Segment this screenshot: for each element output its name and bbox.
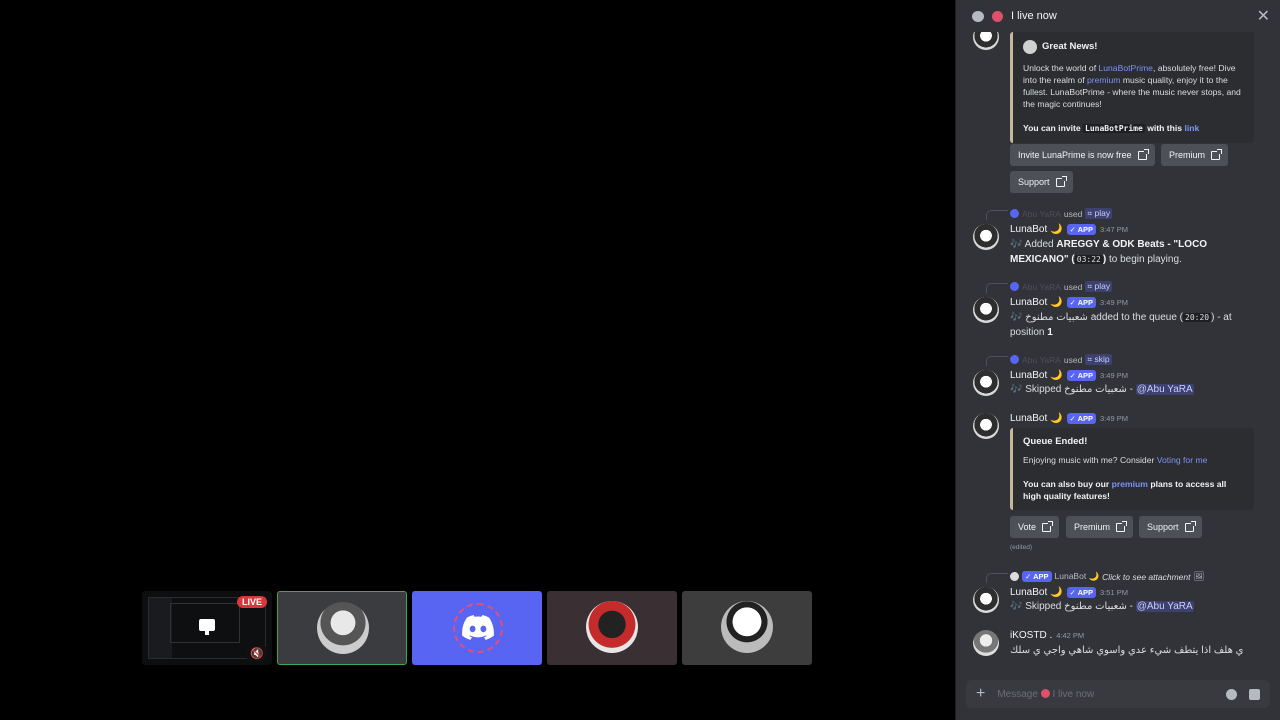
screen-share-tile[interactable]: LIVE 🔇 — [142, 591, 272, 665]
participant-tile[interactable] — [412, 591, 542, 665]
message-header: LunaBot 🌙 ✓ APP 3:47 PM — [1010, 224, 1128, 235]
app-badge: ✓ APP — [1066, 297, 1097, 308]
chat-bubble-icon — [972, 10, 984, 22]
link-lunabotprime[interactable]: LunaBotPrime — [1098, 63, 1152, 73]
embed-queue-ended: Queue Ended! Enjoying music with me? Con… — [1010, 428, 1254, 510]
premium-button[interactable]: Premium — [1161, 144, 1229, 166]
author-name[interactable]: LunaBot 🌙 — [1010, 413, 1063, 424]
author-name[interactable]: LunaBot 🌙 — [1010, 370, 1063, 381]
bot-avatar-icon — [1010, 572, 1019, 581]
emoji-picker-icon[interactable] — [1226, 688, 1237, 700]
app-badge: ✓ APP — [1066, 413, 1097, 424]
close-icon[interactable]: ✕ — [1257, 6, 1270, 26]
command-reply[interactable]: Abu YaRA used ⌗ skip — [1010, 354, 1112, 365]
author-name[interactable]: LunaBot 🌙 — [1010, 587, 1063, 598]
premium-link[interactable]: premium — [1112, 479, 1148, 489]
timestamp: 3:49 PM — [1100, 371, 1128, 380]
premium-button[interactable]: Premium — [1066, 516, 1134, 538]
chat-panel: I live now ✕ Great News! Unlock the worl… — [955, 0, 1280, 720]
avatar[interactable] — [973, 297, 999, 323]
discord-icon — [1010, 282, 1019, 291]
message-header: LunaBot 🌙 ✓ APP 3:49 PM — [1010, 370, 1128, 381]
external-link-icon — [1184, 520, 1196, 532]
message-header: LunaBot 🌙 ✓ APP 3:49 PM — [1010, 297, 1128, 308]
embed-invite: You can invite LunaBotPrime with this li… — [1023, 123, 1200, 133]
message-body: 🎶 Added AREGGY & ODK Beats - "LOCO MEXIC… — [1010, 239, 1208, 265]
participant-avatar — [721, 601, 773, 653]
discord-icon — [1010, 209, 1019, 218]
avatar — [973, 32, 999, 50]
avatar[interactable] — [973, 370, 999, 396]
vote-button[interactable]: Vote — [1010, 516, 1060, 538]
mute-icon[interactable]: 🔇 — [247, 646, 267, 661]
invite-button[interactable]: Invite LunaPrime is now free — [1010, 144, 1155, 166]
reply-preview[interactable]: ✓ APP LunaBot 🌙 Click to see attachment 🖼 — [1010, 571, 1204, 582]
avatar[interactable] — [973, 224, 999, 250]
external-link-icon — [1211, 148, 1223, 160]
bot-icon — [1023, 40, 1037, 54]
external-link-icon — [1137, 148, 1149, 160]
message-body: 🎶 Skipped شعبيات مطنوخ - @Abu YaRA — [1010, 601, 1194, 612]
avatar[interactable] — [973, 413, 999, 439]
app-badge: ✓ APP — [1066, 587, 1097, 598]
command-reply[interactable]: Abu YaRA used ⌗ play — [1010, 281, 1113, 292]
channel-emoji-icon — [992, 10, 1003, 22]
user-mention[interactable]: @Abu YaRA — [1135, 601, 1194, 612]
channel-title: I live now — [1011, 10, 1057, 22]
avatar[interactable] — [973, 587, 999, 613]
edited-label: (edited) — [1010, 544, 1033, 551]
participant-tile[interactable] — [547, 591, 677, 665]
external-link-icon — [1042, 520, 1054, 532]
app-badge: ✓ APP — [1066, 370, 1097, 381]
invite-link[interactable]: link — [1184, 123, 1199, 133]
discord-icon — [1010, 355, 1019, 364]
external-link-icon — [1055, 175, 1067, 187]
timestamp: 3:49 PM — [1100, 414, 1128, 423]
message-list[interactable]: Great News! Unlock the world of LunaBotP… — [956, 32, 1280, 672]
message-input[interactable]: Message I live now — [997, 689, 1214, 700]
stream-stage: LIVE 🔇 — [0, 0, 955, 720]
embed-title: Great News! — [1042, 41, 1098, 52]
timestamp: 4:42 PM — [1056, 631, 1085, 640]
participant-tile[interactable] — [682, 591, 812, 665]
user-mention[interactable]: @Abu YaRA — [1135, 384, 1194, 395]
link-premium[interactable]: premium — [1087, 75, 1120, 85]
message-body: 🎶 شعبيات مطنوخ added to the queue (20:20… — [1010, 312, 1232, 338]
apps-icon[interactable] — [1249, 688, 1260, 700]
voting-link[interactable]: Voting for me — [1157, 455, 1208, 465]
participant-avatar — [317, 602, 369, 654]
author-name[interactable]: LunaBot 🌙 — [1010, 297, 1063, 308]
monitor-icon — [199, 619, 215, 635]
message-body: 🎶 Skipped شعبيات مطنوخ - @Abu YaRA — [1010, 384, 1194, 395]
author-name[interactable]: LunaBot 🌙 — [1010, 224, 1063, 235]
author-name[interactable]: iKOSTD . — [1010, 630, 1052, 641]
chat-header: I live now ✕ — [956, 0, 1280, 32]
avatar[interactable] — [973, 630, 999, 656]
support-button[interactable]: Support — [1010, 171, 1073, 193]
live-badge: LIVE — [236, 596, 267, 608]
support-button[interactable]: Support — [1139, 516, 1202, 538]
participant-tiles: LIVE 🔇 — [142, 591, 812, 665]
participant-avatar — [586, 601, 638, 653]
add-attachment-icon[interactable]: + — [976, 685, 985, 703]
embed-great-news: Great News! Unlock the world of LunaBotP… — [1010, 32, 1254, 143]
channel-emoji-icon — [1040, 689, 1050, 699]
embed-text: Unlock the world of LunaBotPrime, absolu… — [1023, 63, 1241, 109]
message-header: LunaBot 🌙 ✓ APP 3:49 PM — [1010, 413, 1128, 424]
timestamp: 3:49 PM — [1100, 298, 1128, 307]
timestamp: 3:51 PM — [1100, 588, 1128, 597]
app-badge: ✓ APP — [1066, 224, 1097, 235]
discord-logo-icon — [453, 603, 503, 653]
timestamp: 3:47 PM — [1100, 225, 1128, 234]
command-reply[interactable]: Abu YaRA used ⌗ play — [1010, 208, 1113, 219]
message-composer[interactable]: + Message I live now — [966, 680, 1270, 708]
message-header: LunaBot 🌙 ✓ APP 3:51 PM — [1010, 587, 1128, 598]
message-header: iKOSTD . 4:42 PM — [1010, 630, 1084, 641]
participant-tile[interactable] — [277, 591, 407, 665]
embed-title: Queue Ended! — [1023, 436, 1088, 447]
image-icon: 🖼 — [1193, 571, 1205, 581]
message-body: ي هلف اذا يتطف شيء عدي واسوي شاهي واجي ي… — [1010, 645, 1244, 656]
external-link-icon — [1116, 520, 1128, 532]
